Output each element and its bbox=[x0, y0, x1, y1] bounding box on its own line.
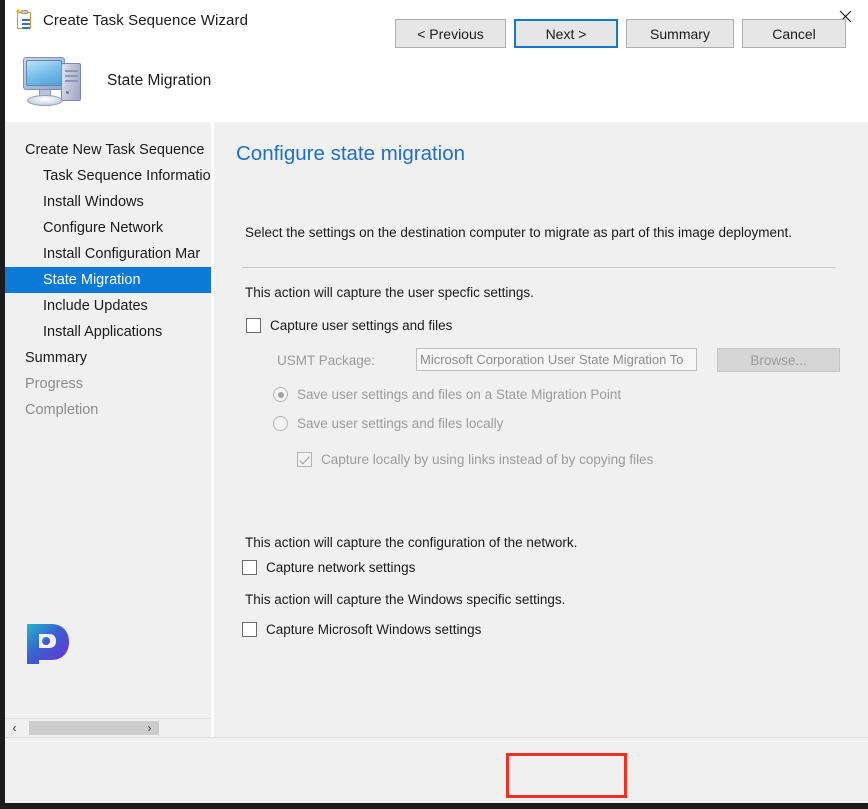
sidebar-item-progress: Progress bbox=[25, 376, 84, 392]
save-on-state-migration-point-radio[interactable]: Save user settings and files on a State … bbox=[273, 387, 621, 402]
checkbox-label: Capture user settings and files bbox=[270, 318, 453, 333]
scroll-right-arrow-icon[interactable]: › bbox=[140, 719, 159, 737]
sidebar-item-install-windows[interactable]: Install Windows bbox=[5, 189, 211, 215]
usmt-package-input[interactable]: Microsoft Corporation User State Migrati… bbox=[416, 348, 697, 371]
window-title: Create Task Sequence Wizard bbox=[43, 11, 249, 29]
intro-description: Select the settings on the destination c… bbox=[245, 225, 793, 240]
capture-network-settings-checkbox[interactable]: Capture network settings bbox=[242, 560, 415, 575]
radio-label: Save user settings and files on a State … bbox=[297, 387, 622, 402]
sidebar-item-install-applications[interactable]: Install Applications bbox=[5, 319, 211, 345]
windows-section-label: This action will capture the Windows spe… bbox=[245, 592, 566, 607]
usmt-package-label: USMT Package: bbox=[277, 353, 376, 368]
sidebar-item-task-sequence-information[interactable]: Task Sequence Informatio bbox=[5, 163, 211, 189]
computer-monitor-icon bbox=[21, 53, 87, 109]
checkbox-box[interactable] bbox=[246, 318, 261, 333]
sidebar-item-create-new-task-sequence[interactable]: Create New Task Sequence bbox=[5, 137, 211, 163]
radio-button-circle[interactable] bbox=[273, 387, 288, 402]
sidebar-item-summary[interactable]: Summary bbox=[5, 345, 211, 371]
checkbox-box[interactable] bbox=[242, 560, 257, 575]
section-divider bbox=[242, 267, 836, 268]
user-section-label: This action will capture the user specfi… bbox=[245, 285, 534, 300]
sidebar-item-state-migration[interactable]: State Migration bbox=[5, 267, 211, 293]
network-section-label: This action will capture the configurati… bbox=[245, 535, 578, 550]
capture-locally-using-links-checkbox[interactable]: Capture locally by using links instead o… bbox=[297, 452, 653, 467]
sidebar-item-include-updates[interactable]: Include Updates bbox=[5, 293, 211, 319]
wizard-step-list: Create New Task Sequence Task Sequence I… bbox=[5, 137, 211, 423]
previous-button[interactable]: < Previous bbox=[395, 19, 506, 48]
sidebar-item-install-configuration-manager[interactable]: Install Configuration Mar bbox=[5, 241, 211, 267]
checkbox-label: Capture Microsoft Windows settings bbox=[266, 622, 482, 637]
checkbox-box[interactable] bbox=[297, 452, 312, 467]
sidebar-item-completion: Completion bbox=[25, 402, 99, 418]
browse-button[interactable]: Browse... bbox=[717, 348, 840, 372]
checkbox-label: Capture locally by using links instead o… bbox=[321, 452, 654, 467]
checkbox-label: Capture network settings bbox=[266, 560, 416, 575]
cancel-button[interactable]: Cancel bbox=[742, 19, 846, 48]
page-header-title: State Migration bbox=[107, 72, 212, 89]
summary-button[interactable]: Summary bbox=[626, 19, 734, 48]
sidebar-item-configure-network[interactable]: Configure Network bbox=[5, 215, 211, 241]
capture-user-settings-checkbox[interactable]: Capture user settings and files bbox=[246, 318, 452, 333]
prajwal-p-logo bbox=[21, 618, 73, 670]
sidebar-horizontal-scrollbar[interactable]: ‹ › bbox=[5, 718, 211, 737]
clipboard-checklist-icon: ✦ bbox=[14, 8, 35, 31]
checkbox-box[interactable] bbox=[242, 622, 257, 637]
create-task-sequence-wizard-window: ✦ Create Task Sequence Wizard State Migr… bbox=[0, 0, 868, 809]
page-title: Configure state migration bbox=[236, 142, 466, 165]
capture-microsoft-windows-settings-checkbox[interactable]: Capture Microsoft Windows settings bbox=[242, 622, 481, 637]
save-locally-radio[interactable]: Save user settings and files locally bbox=[273, 416, 503, 431]
wizard-sidebar: Create New Task Sequence Task Sequence I… bbox=[5, 122, 211, 737]
wizard-header: State Migration bbox=[5, 40, 868, 122]
scroll-left-arrow-icon[interactable]: ‹ bbox=[5, 719, 24, 737]
wizard-footer bbox=[5, 737, 868, 803]
radio-label: Save user settings and files locally bbox=[297, 416, 504, 431]
next-button[interactable]: Next > bbox=[514, 19, 618, 48]
radio-button-circle[interactable] bbox=[273, 416, 288, 431]
